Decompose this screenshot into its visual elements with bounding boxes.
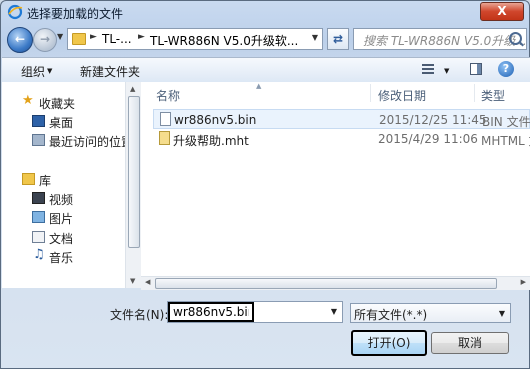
navigation-bar: ← → ▼ ► TL-... ► TL-WR886N V5.0升级软... ▼ … <box>5 25 527 55</box>
breadcrumb-separator-icon[interactable]: ► <box>90 32 97 42</box>
sidebar-item-desktop[interactable]: 桌面 <box>2 113 125 131</box>
arrow-left-icon: ← <box>14 32 26 46</box>
desktop-icon <box>32 115 45 127</box>
breadcrumb-segment[interactable]: TL-... <box>102 32 132 46</box>
file-open-dialog: 选择要加载的文件 X ← → ▼ ► TL-... ► TL-WR886N V5… <box>0 0 530 369</box>
column-header-date[interactable]: 修改日期 <box>378 87 426 104</box>
file-name: wr886nv5.bin <box>174 113 257 127</box>
close-button[interactable]: X <box>480 2 524 21</box>
sidebar-item-libraries[interactable]: 库 <box>2 171 125 189</box>
sidebar-item-pictures[interactable]: 图片 <box>2 209 125 227</box>
preview-pane-icon[interactable] <box>470 63 482 75</box>
breadcrumb-separator-icon[interactable]: ► <box>138 32 145 42</box>
sidebar-item-music[interactable]: ♫ 音乐 <box>2 247 125 266</box>
sidebar-item-label: 收藏夹 <box>39 97 76 111</box>
filename-label: 文件名(N): <box>110 308 169 322</box>
scrollbar-thumb[interactable] <box>128 96 140 248</box>
sidebar-item-recent-places[interactable]: 最近访问的位置 <box>2 132 125 150</box>
file-type: MHTML 文 <box>481 134 530 148</box>
refresh-button[interactable]: ⇄ <box>327 28 349 50</box>
file-row[interactable]: wr886nv5.bin 2015/12/25 11:45 BIN 文件 <box>153 109 530 129</box>
column-header-name[interactable]: 名称 <box>156 87 180 104</box>
navigation-pane-scrollbar[interactable]: ▲ ▼ <box>125 82 141 288</box>
scroll-up-icon[interactable]: ▲ <box>130 85 135 93</box>
new-folder-button[interactable]: 新建文件夹 <box>80 63 140 80</box>
command-bar: 组织 ▼ 新建文件夹 ▼ ? <box>2 57 530 83</box>
folder-icon <box>72 33 86 45</box>
documents-icon <box>32 231 45 243</box>
file-icon <box>160 112 171 126</box>
filename-input[interactable] <box>168 302 254 322</box>
sidebar-item-label: 视频 <box>49 193 74 207</box>
star-icon: ★ <box>22 93 34 108</box>
sidebar-item-label: 最近访问的位置 <box>49 135 126 149</box>
recent-places-icon <box>32 134 45 146</box>
help-icon[interactable]: ? <box>498 61 514 77</box>
title-bar: 选择要加载的文件 X <box>1 1 529 23</box>
column-divider[interactable] <box>370 84 371 102</box>
music-icon: ♫ <box>33 247 45 262</box>
scroll-right-icon[interactable]: ▶ <box>521 278 526 286</box>
scrollbar-thumb[interactable] <box>155 278 497 289</box>
recent-locations-dropdown-icon[interactable]: ▼ <box>57 32 63 41</box>
chevron-down-icon[interactable]: ▼ <box>499 309 505 318</box>
navigation-pane: ★ 收藏夹 桌面 最近访问的位置 库 视频 图片 文档 ♫ 音乐 <box>2 82 126 288</box>
address-dropdown-icon[interactable]: ▼ <box>312 33 318 42</box>
organize-menu[interactable]: 组织 <box>21 63 45 80</box>
file-name: 升级帮助.mht <box>173 134 249 148</box>
chevron-down-icon[interactable]: ▼ <box>444 67 449 75</box>
mht-file-icon <box>159 131 170 145</box>
column-header-type[interactable]: 类型 <box>481 87 505 104</box>
window-title: 选择要加载的文件 <box>27 7 124 21</box>
refresh-icon: ⇄ <box>332 32 344 46</box>
browser-icon <box>7 4 23 20</box>
sidebar-item-videos[interactable]: 视频 <box>2 190 125 208</box>
file-modified: 2015/12/25 11:45 <box>379 113 487 127</box>
search-icon <box>509 32 522 45</box>
file-modified: 2015/4/29 11:06 <box>378 132 478 146</box>
cancel-button[interactable]: 取消 <box>431 332 509 354</box>
back-button[interactable]: ← <box>7 27 33 53</box>
sidebar-item-label: 库 <box>39 174 52 188</box>
scroll-left-icon[interactable]: ◀ <box>145 278 150 286</box>
file-list: ▲ 名称 修改日期 类型 wr886nv5.bin 2015/12/25 11:… <box>141 82 530 276</box>
arrow-right-icon: → <box>39 32 51 46</box>
file-list-scrollbar[interactable]: ◀ ▶ <box>141 276 530 290</box>
forward-button[interactable]: → <box>33 28 57 52</box>
column-divider[interactable] <box>474 84 475 102</box>
chevron-down-icon[interactable]: ▼ <box>47 67 52 75</box>
sort-indicator-icon: ▲ <box>256 82 262 90</box>
search-placeholder: 搜索 TL-WR886N V5.0升级... <box>363 34 527 48</box>
filename-field[interactable]: ▼ <box>167 301 343 323</box>
view-options-icon[interactable] <box>422 64 434 75</box>
file-type: BIN 文件 <box>482 115 530 129</box>
file-type-value: 所有文件(*.*) <box>354 308 428 322</box>
sidebar-item-label: 图片 <box>49 212 74 226</box>
pictures-icon <box>32 211 45 223</box>
breadcrumb-segment[interactable]: TL-WR886N V5.0升级软... <box>150 32 298 49</box>
chevron-down-icon[interactable]: ▼ <box>331 307 337 316</box>
sidebar-item-favorites[interactable]: ★ 收藏夹 <box>2 93 125 112</box>
sidebar-item-label: 文档 <box>49 232 74 246</box>
sidebar-item-documents[interactable]: 文档 <box>2 229 125 247</box>
file-type-select[interactable]: 所有文件(*.*) ▼ <box>350 303 511 323</box>
search-input[interactable]: 搜索 TL-WR886N V5.0升级... <box>353 28 527 50</box>
library-icon <box>22 173 35 185</box>
open-button[interactable]: 打开(O) <box>351 330 427 356</box>
sidebar-item-label: 音乐 <box>49 251 74 265</box>
file-row[interactable]: 升级帮助.mht 2015/4/29 11:06 MHTML 文 <box>153 129 530 149</box>
video-icon <box>32 192 45 204</box>
sidebar-item-label: 桌面 <box>49 116 74 130</box>
scroll-down-icon[interactable]: ▼ <box>130 277 135 285</box>
address-bar[interactable]: ► TL-... ► TL-WR886N V5.0升级软... ▼ <box>67 28 323 50</box>
